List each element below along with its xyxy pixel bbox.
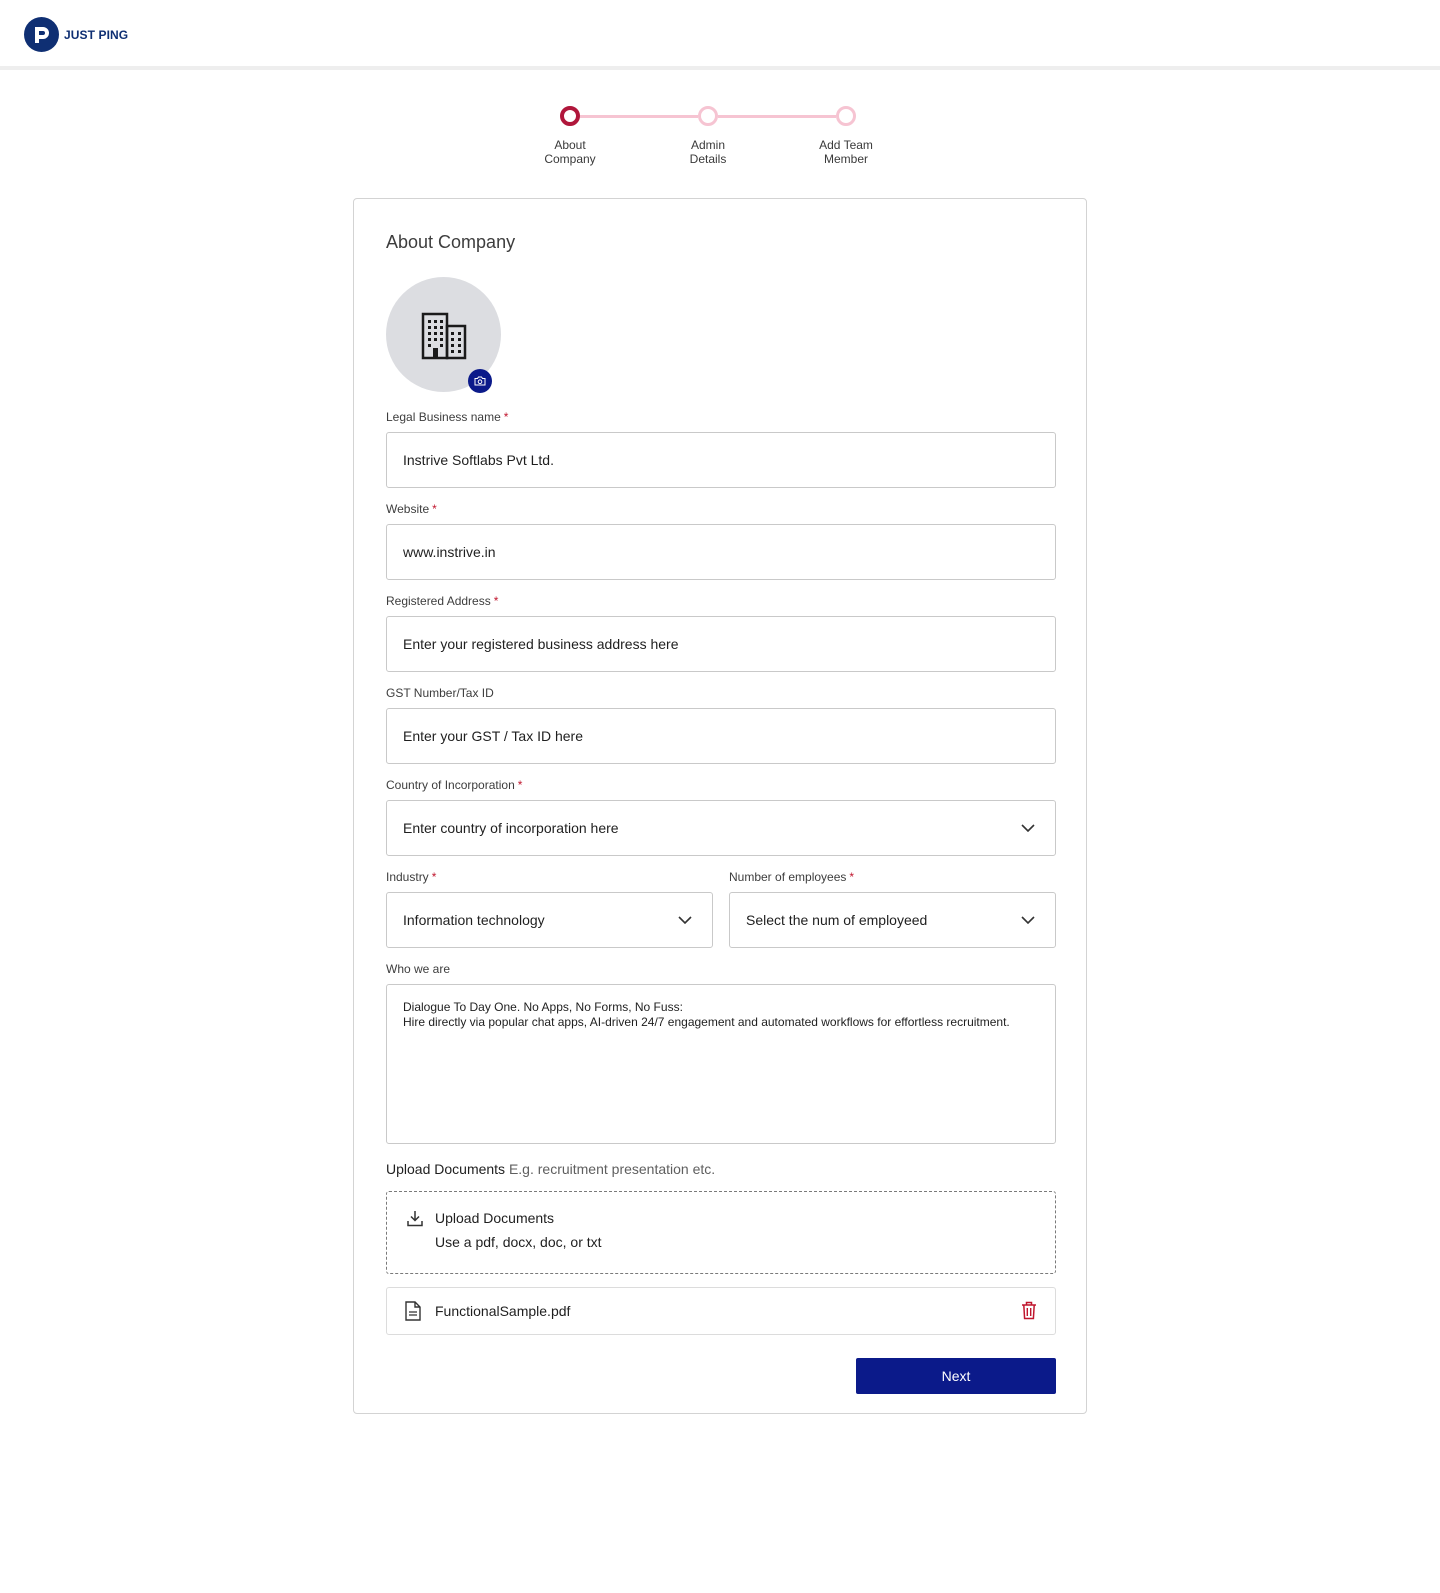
building-icon (421, 312, 466, 359)
required-marker: * (432, 502, 437, 516)
country-of-incorporation-label: Country of Incorporation * (386, 778, 522, 792)
textarea-line: Dialogue To Day One. No Apps, No Forms, … (403, 1000, 683, 1014)
file-icon (405, 1301, 421, 1321)
delete-file-icon[interactable] (1021, 1301, 1037, 1320)
step-label-line: Member (823, 152, 868, 166)
registered-address-label: Registered Address * (386, 594, 498, 608)
gst-number-label: GST Number/Tax ID (386, 686, 494, 700)
change-photo-button[interactable] (468, 369, 492, 393)
step-label-line: Add Team (819, 138, 873, 152)
who-we-are-label: Who we are (386, 962, 451, 976)
label-text: Registered Address (386, 594, 491, 608)
step-indicator-admin-details[interactable] (698, 106, 718, 126)
chevron-down-icon (1021, 824, 1035, 832)
label-text: Number of employees (729, 870, 847, 884)
page-title: About Company (386, 232, 516, 252)
step-label-line: About (554, 138, 586, 152)
top-bar: JUST PING (0, 0, 1440, 70)
chevron-down-icon (678, 916, 692, 924)
upload-dropzone[interactable]: Upload Documents Use a pdf, docx, doc, o… (386, 1191, 1056, 1274)
website-label: Website * (386, 502, 437, 516)
label-text: Country of Incorporation (386, 778, 515, 792)
camera-icon (474, 376, 486, 386)
step-label-add-team-member: Add Team Member (796, 138, 896, 166)
legal-business-name-label: Legal Business name * (386, 410, 508, 424)
website-input[interactable]: www.instrive.in (386, 524, 1056, 580)
label-text: Industry (386, 870, 429, 884)
legal-business-name-input[interactable]: Instrive Softlabs Pvt Ltd. (386, 432, 1056, 488)
required-marker: * (431, 870, 437, 884)
required-marker: * (493, 594, 499, 608)
upload-hint: E.g. recruitment presentation etc. (508, 1161, 716, 1177)
label-text: Legal Business name (386, 410, 501, 424)
step-connector (718, 115, 836, 118)
logo-mark-icon (24, 17, 59, 52)
required-marker: * (517, 778, 523, 792)
brand-name: JUST PING (64, 27, 129, 42)
input-value: Instrive Softlabs Pvt Ltd. (403, 452, 554, 468)
step-indicator-about-company[interactable] (560, 106, 580, 126)
about-company-card: About Company Legal Business name * Inst… (353, 198, 1087, 1414)
brand-logo[interactable]: JUST PING (24, 17, 128, 52)
upload-heading-text: Upload Documents (386, 1161, 506, 1177)
number-of-employees-label: Number of employees * (729, 870, 854, 884)
number-of-employees-select[interactable]: Select the num of employeed (729, 892, 1056, 948)
step-label-admin-details: Admin Details (658, 138, 758, 166)
step-connector (580, 115, 698, 118)
textarea-line: Hire directly via popular chat apps, AI-… (403, 1015, 1010, 1029)
step-label-line: Admin (690, 138, 725, 152)
required-marker: * (503, 410, 509, 424)
required-marker: * (849, 870, 855, 884)
who-we-are-textarea[interactable]: Dialogue To Day One. No Apps, No Forms, … (386, 984, 1056, 1144)
step-indicator-add-team-member[interactable] (836, 106, 856, 126)
upload-documents-heading: Upload Documents E.g. recruitment presen… (386, 1161, 715, 1177)
gst-number-input[interactable]: Enter your GST / Tax ID here (386, 708, 1056, 764)
dropzone-subtitle: Use a pdf, docx, doc, or txt (435, 1234, 602, 1250)
progress-stepper: About Company Admin Details Add Team Mem… (540, 106, 900, 176)
step-label-about-company: About Company (520, 138, 620, 166)
dropzone-title: Upload Documents (435, 1210, 555, 1226)
select-placeholder: Enter country of incorporation here (403, 820, 619, 836)
label-text: Website (386, 502, 430, 516)
step-label-line: Details (689, 152, 727, 166)
input-value: www.instrive.in (403, 544, 496, 560)
step-label-line: Company (544, 152, 596, 166)
registered-address-input[interactable]: Enter your registered business address h… (386, 616, 1056, 672)
select-placeholder: Select the num of employeed (746, 912, 928, 928)
country-of-incorporation-select[interactable]: Enter country of incorporation here (386, 800, 1056, 856)
select-value: Information technology (403, 912, 545, 928)
chevron-down-icon (1021, 916, 1035, 924)
input-placeholder: Enter your GST / Tax ID here (403, 728, 584, 744)
industry-select[interactable]: Information technology (386, 892, 713, 948)
input-placeholder: Enter your registered business address h… (403, 636, 679, 652)
download-icon (407, 1211, 423, 1227)
file-name: FunctionalSample.pdf (435, 1303, 571, 1319)
next-button[interactable]: Next (856, 1358, 1056, 1394)
uploaded-file-row: FunctionalSample.pdf (386, 1287, 1056, 1335)
industry-label: Industry * (386, 870, 436, 884)
